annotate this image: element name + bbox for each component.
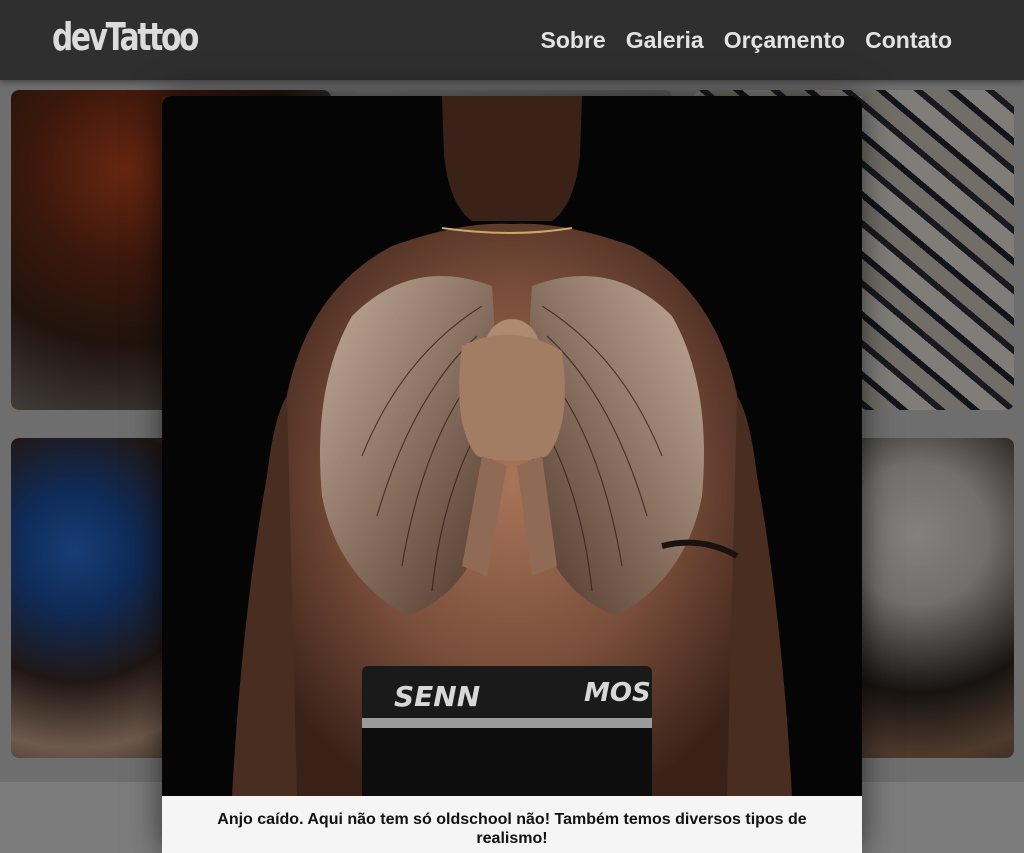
lightbox-photo: SENN MOS bbox=[162, 96, 862, 796]
site-logo[interactable]: devTattoo bbox=[52, 14, 199, 60]
waistband-text-left: SENN bbox=[394, 680, 480, 713]
nav-link-orcamento[interactable]: Orçamento bbox=[724, 24, 845, 56]
main-nav: Sobre Galeria Orçamento Contato bbox=[541, 24, 953, 56]
waistband-text-right: MOS bbox=[584, 678, 651, 708]
nav-link-contato[interactable]: Contato bbox=[865, 24, 952, 56]
nav-link-sobre[interactable]: Sobre bbox=[541, 24, 606, 56]
lightbox-caption: Anjo caído. Aqui não tem só oldschool nã… bbox=[162, 796, 862, 853]
back-tattoo-illustration: SENN MOS bbox=[162, 96, 862, 796]
site-header: devTattoo Sobre Galeria Orçamento Contat… bbox=[0, 0, 1024, 80]
lightbox-modal: SENN MOS Anjo caído. Aqui não tem só old… bbox=[162, 96, 862, 853]
nav-link-galeria[interactable]: Galeria bbox=[626, 24, 704, 56]
